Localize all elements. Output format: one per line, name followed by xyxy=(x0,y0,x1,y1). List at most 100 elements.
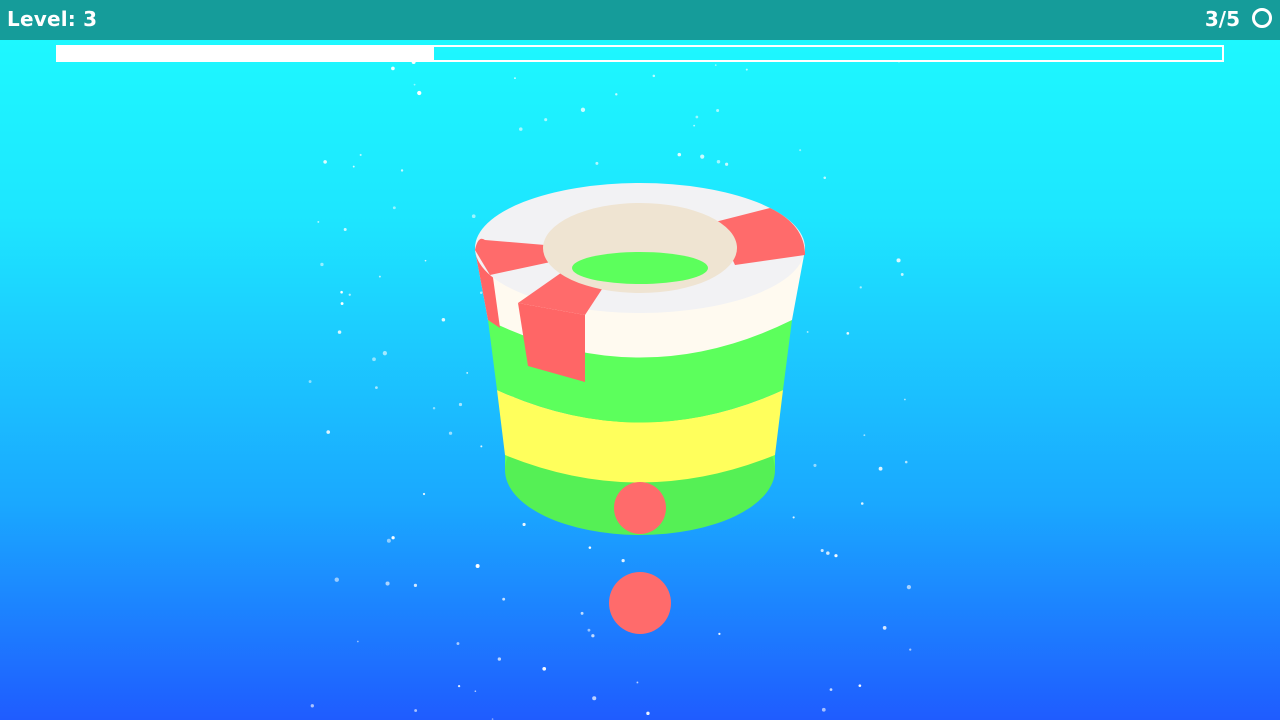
sparkle xyxy=(745,68,748,71)
sparkle xyxy=(859,286,862,289)
sparkle xyxy=(382,351,388,356)
sparkle xyxy=(652,74,656,78)
sparkle xyxy=(340,290,343,294)
sparkle xyxy=(457,685,461,688)
sparkle xyxy=(700,154,705,159)
sparkle xyxy=(475,563,480,568)
sparkle xyxy=(514,77,516,80)
sparkle xyxy=(587,628,591,632)
sparkle xyxy=(334,577,339,582)
ball xyxy=(609,572,671,634)
sparkle xyxy=(411,59,416,64)
sparkle xyxy=(356,640,359,643)
sparkle xyxy=(677,152,682,157)
sparkle xyxy=(591,634,595,638)
sparkle xyxy=(385,581,390,586)
sparkle xyxy=(904,460,908,464)
sparkle xyxy=(820,548,824,553)
sparkle xyxy=(595,161,599,165)
sparkle xyxy=(799,149,802,152)
sparkle xyxy=(456,642,460,645)
sparkle xyxy=(352,165,355,168)
sparkle xyxy=(878,466,883,471)
sparkle xyxy=(821,707,826,712)
sparkle xyxy=(904,398,906,401)
sparkle xyxy=(422,492,426,496)
sparkle xyxy=(323,160,327,164)
sparkle xyxy=(909,648,912,651)
sparkle xyxy=(424,259,427,262)
sparkle xyxy=(497,657,501,661)
sparkle xyxy=(646,711,650,716)
sparkle xyxy=(391,536,395,540)
sparkle xyxy=(826,551,830,555)
sparkle xyxy=(906,585,912,590)
sparkle xyxy=(858,684,862,688)
sparkle xyxy=(471,214,476,219)
sparkle xyxy=(695,115,699,119)
sparkle xyxy=(792,516,795,519)
sparkle xyxy=(414,709,418,712)
sparkle xyxy=(391,66,395,71)
sparkle xyxy=(846,332,850,335)
sparkle xyxy=(860,502,864,505)
sparkle xyxy=(480,445,483,448)
sparkle xyxy=(542,666,547,671)
sparkle xyxy=(522,522,526,527)
sparkle xyxy=(466,371,469,374)
sparkle xyxy=(897,59,901,63)
sparkle xyxy=(588,546,592,549)
sparkle xyxy=(580,611,584,615)
ball xyxy=(614,482,666,534)
sparkle xyxy=(725,162,729,166)
sparkle xyxy=(621,559,625,563)
sparkle xyxy=(432,407,436,410)
sparkle xyxy=(829,688,833,691)
sparkle xyxy=(896,258,901,263)
sparkle xyxy=(413,83,416,86)
sparkle xyxy=(615,93,618,96)
sparkle xyxy=(348,293,351,296)
sparkle xyxy=(308,380,312,383)
sparkle xyxy=(372,357,376,362)
sparkle xyxy=(317,220,320,223)
sparkle xyxy=(900,273,904,276)
sparkle xyxy=(823,176,827,180)
sparkle xyxy=(693,124,696,127)
sparkle xyxy=(310,704,314,708)
sparkle xyxy=(716,109,720,113)
sparkle xyxy=(337,330,342,334)
sparkle xyxy=(714,64,717,66)
sparkle xyxy=(375,386,378,390)
sparkle xyxy=(400,169,404,172)
sparkle xyxy=(718,632,721,636)
sparkle xyxy=(544,118,548,122)
sparkle xyxy=(716,159,721,164)
hole-inner-green xyxy=(572,252,708,284)
sparkle xyxy=(320,262,324,267)
sparkle xyxy=(417,90,422,96)
sparkle xyxy=(863,434,866,437)
sparkle xyxy=(441,317,446,322)
sparkle xyxy=(340,302,344,306)
game-scene[interactable] xyxy=(0,0,1280,720)
sparkle xyxy=(636,681,639,684)
sparkle xyxy=(580,107,586,112)
sparkle xyxy=(448,431,453,435)
sparkle xyxy=(359,153,362,156)
sparkle xyxy=(343,227,347,231)
sparkle xyxy=(413,583,418,587)
sparkle xyxy=(834,554,838,558)
sparkle xyxy=(474,690,477,693)
sparkle xyxy=(378,275,381,278)
sparkle xyxy=(458,402,463,407)
sparkle xyxy=(592,696,597,701)
sparkle xyxy=(519,127,523,131)
sparkle xyxy=(479,291,483,295)
sparkle xyxy=(813,463,817,467)
sparkle xyxy=(386,538,391,543)
sparkle xyxy=(326,430,331,434)
sparkle xyxy=(392,206,396,210)
sparkle xyxy=(502,597,506,601)
sparkle xyxy=(806,331,809,333)
